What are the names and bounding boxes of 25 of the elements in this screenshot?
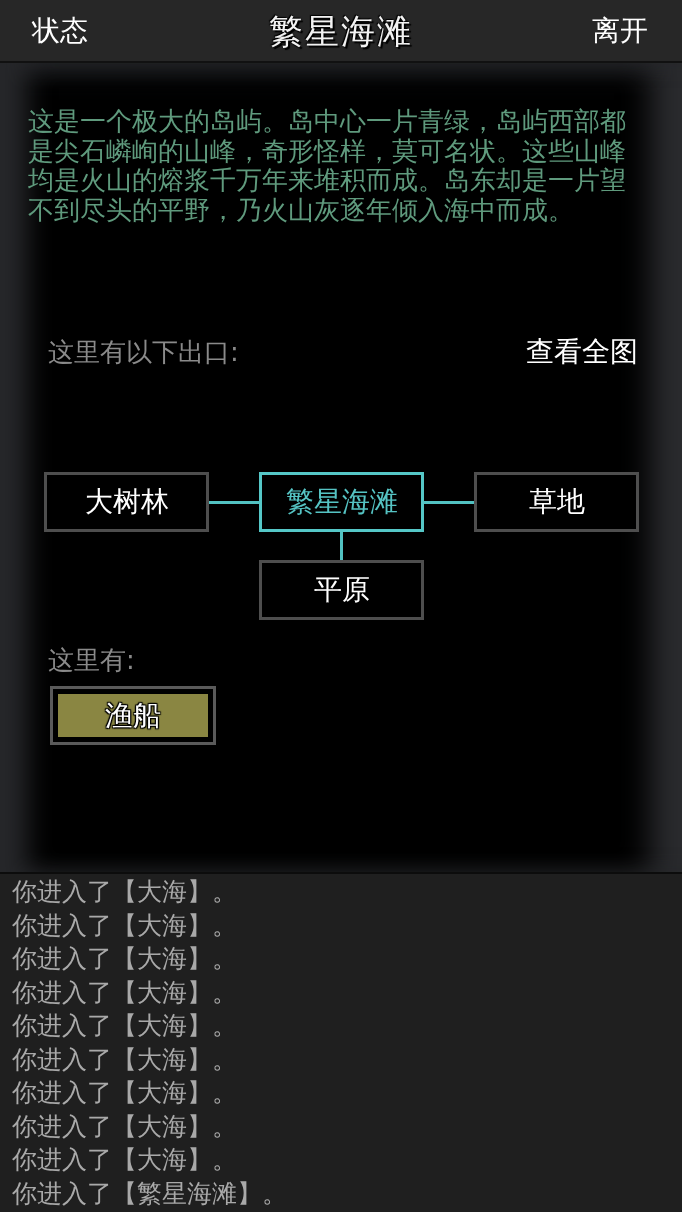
map-node[interactable]: 大树林 (44, 472, 209, 532)
exits-heading: 这里有以下出口: (48, 336, 239, 369)
view-full-map-link[interactable]: 查看全图 (526, 335, 638, 369)
log-line: 你进入了【大海】。 (12, 909, 237, 942)
log-line: 你进入了【大海】。 (12, 943, 237, 975)
log-line: 你进入了【大海】。 (12, 1077, 237, 1109)
log-line: 你进入了【大海】。 (12, 1110, 237, 1143)
map-node[interactable]: 平原 (259, 560, 424, 620)
map-node[interactable]: 繁星海滩 (259, 472, 424, 532)
location-description: 这是一个极大的岛屿。岛中心一片青绿，岛屿西部都是尖石嶙峋的山峰，奇形怪样，莫可名状。这些山峰均是火山的熔浆千万年来堆积而成。岛东却是一片望不到尽头的平野，乃火山灰逐年倾入海中而成。 (28, 107, 627, 225)
log-line: 你进入了【大海】。 (12, 976, 237, 1009)
map-node[interactable]: 草地 (474, 472, 639, 532)
objects-heading: 这里有: (48, 644, 135, 677)
location-title: 繁星海滩 (269, 9, 413, 53)
connector-line (340, 532, 343, 560)
log-line: 你进入了【大海】。 (12, 1010, 237, 1042)
connector-line (209, 500, 259, 504)
log-line: 你进入了【大海】。 (12, 1144, 237, 1176)
connector-line (424, 500, 474, 504)
leave-button[interactable]: 离开 (590, 12, 650, 49)
log-line: 你进入了【繁星海滩】。 (12, 1177, 287, 1210)
status-button[interactable]: 状态 (30, 12, 90, 49)
object-button[interactable]: 渔船 (50, 686, 216, 745)
log-line: 你进入了【大海】。 (12, 1043, 237, 1076)
log-line: 你进入了【大海】。 (12, 876, 237, 908)
